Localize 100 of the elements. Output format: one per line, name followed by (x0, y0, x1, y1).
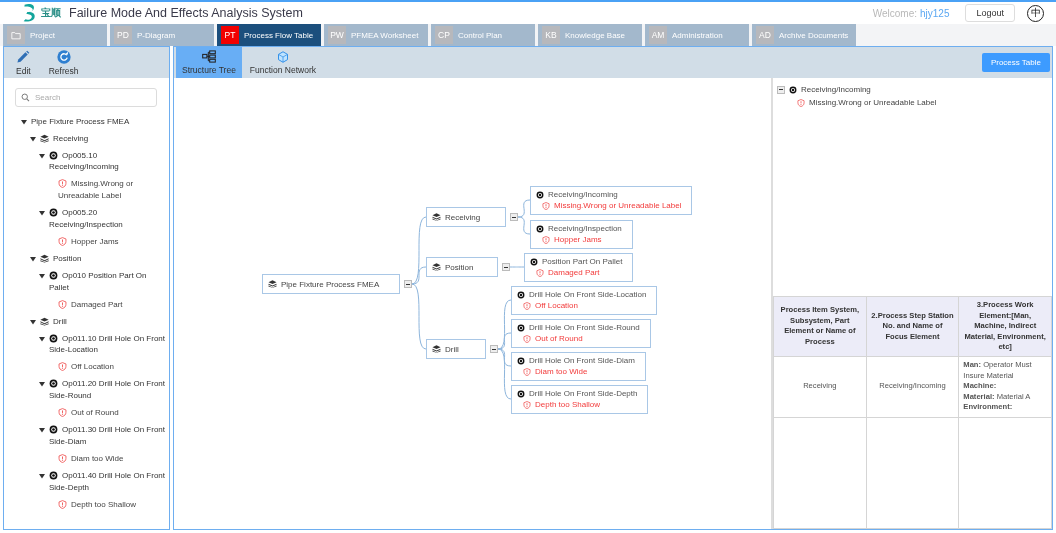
collapse-button[interactable] (404, 280, 412, 288)
target-icon (517, 323, 525, 332)
folder-icon (11, 30, 21, 40)
connector-line (509, 266, 525, 268)
alert-shield-icon (797, 98, 805, 107)
alert-shield-icon (58, 408, 67, 418)
step-label: Receiving/Inspection (548, 223, 622, 234)
step-label: Drill Hole On Front Side-Location (529, 289, 647, 300)
caret-icon[interactable] (29, 134, 37, 143)
tree-item[interactable]: Op005.10 Receiving/Incoming (49, 149, 165, 174)
tree-item[interactable]: Receiving (40, 132, 165, 145)
collapse-button[interactable] (502, 263, 510, 271)
tree-item[interactable]: Receiving/Incoming (801, 85, 871, 94)
target-icon (517, 389, 525, 398)
target-icon (530, 257, 538, 266)
tree-item[interactable]: Off Location (58, 361, 165, 374)
layers-icon (40, 133, 49, 143)
hierarchy-icon (201, 50, 216, 63)
node-label: Pipe Fixture Process FMEA (281, 279, 380, 289)
target-icon (789, 85, 797, 94)
layers-icon (432, 263, 441, 271)
target-icon (49, 150, 58, 160)
target-icon (49, 270, 58, 280)
tree-item[interactable]: Pipe Fixture Process FMEA (31, 115, 165, 128)
caret-icon[interactable] (38, 334, 46, 343)
logout-button[interactable]: Logout (965, 4, 1015, 22)
target-icon (49, 470, 58, 480)
caret-icon[interactable] (20, 117, 28, 126)
node-label: Drill (445, 344, 459, 354)
alert-shield-icon (58, 236, 67, 246)
nav-tab[interactable]: PT Process Flow Table (217, 24, 321, 46)
cube-icon (276, 50, 289, 63)
failure-label: Out of Round (535, 333, 583, 344)
step-label: Drill Hole On Front Side-Diam (529, 355, 635, 366)
node-label: Position (445, 262, 474, 272)
search-field[interactable]: Search (15, 88, 157, 107)
view-tab[interactable]: Function Network (243, 47, 322, 78)
caret-icon[interactable] (38, 471, 46, 480)
layers-icon (40, 253, 49, 263)
node-label: Receiving (445, 212, 481, 222)
connector-line (517, 216, 531, 235)
alert-shield-icon (536, 268, 544, 277)
app-title: Failure Mode And Effects Analysis System (69, 6, 304, 20)
caret-icon[interactable] (38, 380, 46, 389)
failure-label: Depth too Shallow (535, 399, 600, 410)
target-icon (517, 356, 525, 365)
target-icon (517, 290, 525, 299)
tree-item[interactable]: Op011.20 Drill Hole On Front Side-Round (49, 378, 165, 402)
edit-button[interactable]: Edit (14, 49, 33, 76)
tree-item[interactable]: Damaged Part (58, 298, 165, 311)
tree-item[interactable]: Drill (40, 315, 165, 328)
tree-item[interactable]: Out of Round (58, 407, 165, 419)
tree-item[interactable]: Depth too Shallow (58, 498, 165, 511)
pencil-icon (16, 49, 31, 64)
alert-shield-icon (523, 334, 531, 343)
alert-shield-icon (523, 301, 531, 310)
tree-item[interactable]: Diam too Wide (58, 452, 165, 465)
tree-item[interactable]: Op011.30 Drill Hole On Front Side-Diam (49, 424, 165, 448)
caret-icon[interactable] (29, 317, 37, 326)
tree-item[interactable]: Op011.40 Drill Hole On Front Side-Depth (49, 469, 165, 494)
connector-line (517, 199, 531, 218)
step-label: Position Part On Pallet (542, 256, 623, 267)
tree-item[interactable]: Position (40, 252, 165, 265)
collapse-button[interactable] (777, 85, 785, 94)
step-label: Drill Hole On Front Side-Depth (529, 388, 638, 399)
collapse-button[interactable] (490, 345, 498, 353)
target-icon (49, 333, 58, 343)
layers-icon (432, 345, 441, 353)
welcome-label: Welcome: (872, 7, 917, 19)
caret-icon[interactable] (38, 426, 46, 435)
alert-shield-icon (542, 201, 550, 210)
tree-item[interactable]: Op011.10 Drill Hole On Front Side-Location (49, 332, 165, 357)
caret-icon[interactable] (29, 254, 37, 263)
tree-item[interactable]: Missing.Wrong or Unreadable Label (809, 98, 937, 107)
alert-shield-icon (58, 299, 67, 309)
tree-item[interactable]: Hopper Jams (58, 235, 165, 248)
refresh-button[interactable]: Refresh (46, 49, 81, 76)
target-icon (49, 208, 58, 218)
tree-item[interactable]: Missing.Wrong or Unreadable Label (58, 178, 165, 202)
step-label: Drill Hole On Front Side-Round (529, 322, 640, 333)
alert-shield-icon (523, 400, 531, 409)
layers-icon (432, 213, 441, 221)
layers-icon (268, 280, 277, 288)
caret-icon[interactable] (38, 271, 46, 280)
failure-label: Missing.Wrong or Unreadable Label (554, 200, 682, 211)
tree-item[interactable]: Op010 Position Part On Pallet (49, 269, 165, 294)
caret-icon[interactable] (38, 209, 46, 218)
language-button[interactable]: 中 (1027, 4, 1044, 22)
alert-shield-icon (58, 362, 67, 372)
target-icon (49, 379, 58, 389)
view-tab[interactable]: Structure Tree (176, 47, 242, 78)
alert-shield-icon (542, 235, 550, 244)
tree-item[interactable]: Op005.20 Receiving/Inspection (49, 207, 165, 231)
collapse-button[interactable] (510, 213, 518, 221)
failure-label: Hopper Jams (554, 234, 602, 245)
logo-text: 宝顺 (41, 6, 61, 20)
failure-label: Off Location (535, 300, 578, 311)
caret-icon[interactable] (38, 151, 46, 160)
refresh-icon (56, 49, 71, 64)
failure-label: Damaged Part (548, 267, 600, 278)
